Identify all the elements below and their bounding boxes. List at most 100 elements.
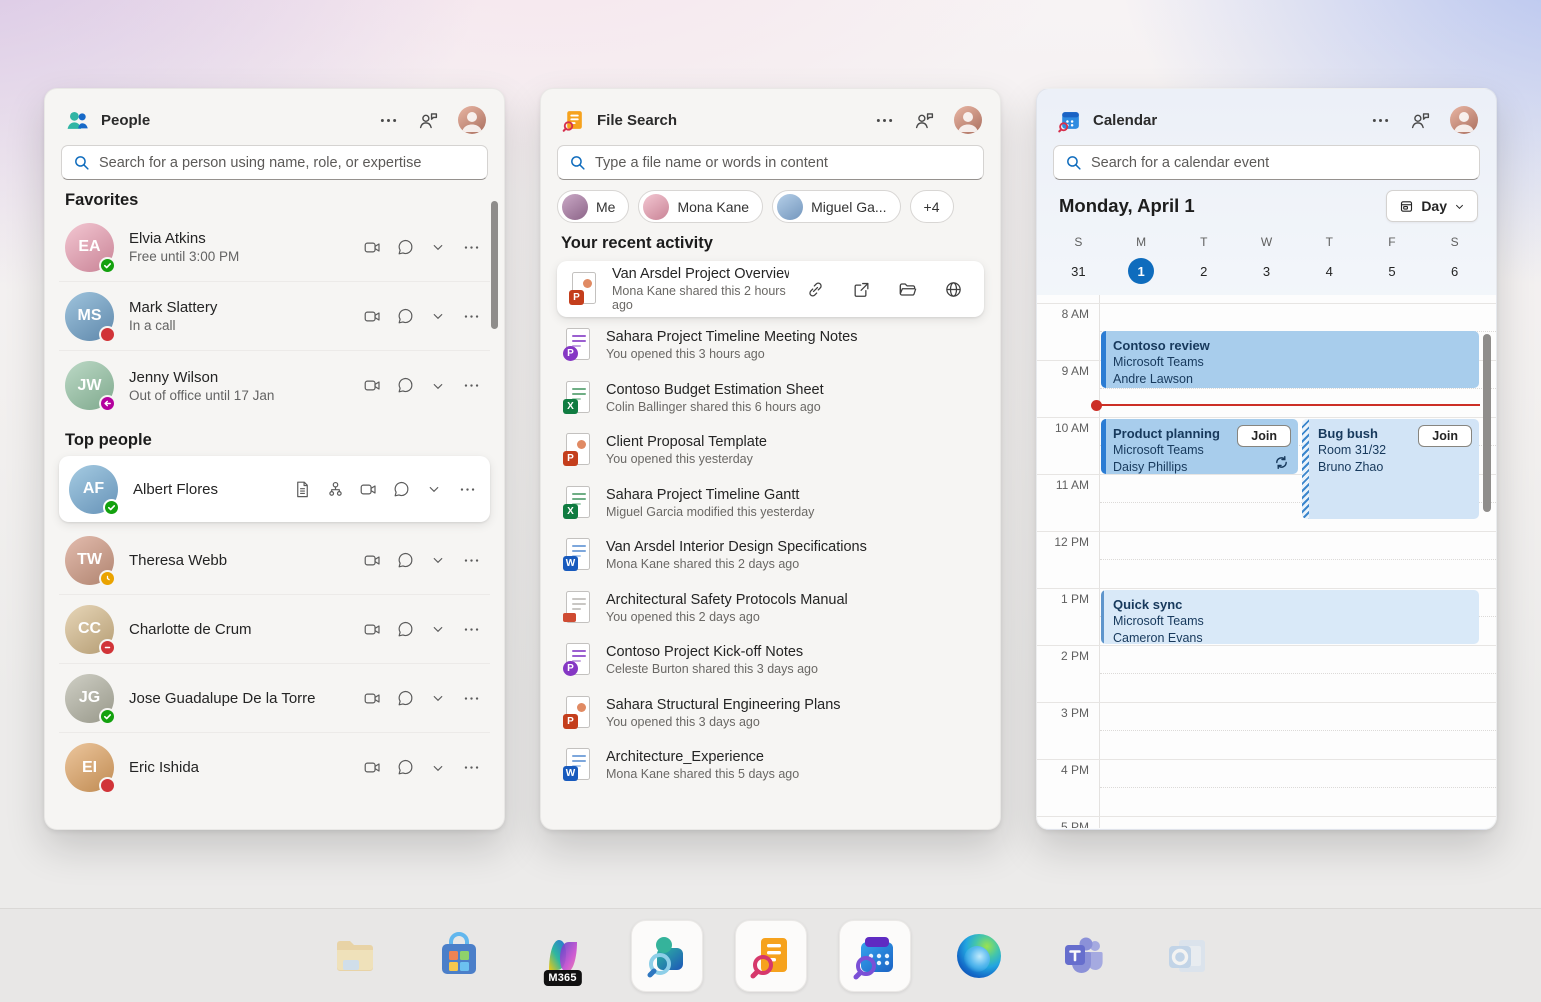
day-grid[interactable]: 8 AM 9 AM 10 AM 11 AM 12 PM 1 PM 2 PM 3 … (1037, 295, 1496, 828)
file-row[interactable]: W Van Arsdel Interior Design Specificati… (557, 529, 984, 582)
person-row[interactable]: TW Theresa Webb (59, 526, 490, 595)
taskbar-file-search-active[interactable] (735, 920, 807, 992)
date-cell[interactable]: 31 (1047, 258, 1110, 284)
file-row-selected[interactable]: P Van Arsdel Project Overview... Mona Ka… (557, 261, 984, 317)
date-cell[interactable]: 4 (1298, 258, 1361, 284)
person-row[interactable]: JW Jenny Wilson Out of office until 17 J… (59, 351, 490, 420)
more-options-icon[interactable] (458, 374, 484, 398)
more-options-icon[interactable] (458, 235, 484, 259)
chat-icon[interactable] (392, 756, 418, 780)
open-folder-icon[interactable] (894, 277, 920, 301)
more-options-icon[interactable] (458, 686, 484, 710)
people-search-box[interactable] (61, 145, 488, 180)
video-call-icon[interactable] (359, 617, 385, 641)
filter-chip-more[interactable]: +4 (910, 190, 954, 223)
more-options-icon[interactable] (1370, 110, 1391, 131)
chevron-down-icon[interactable] (425, 686, 451, 710)
chevron-down-icon[interactable] (421, 477, 447, 501)
open-in-browser-globe-icon[interactable] (940, 277, 966, 301)
document-icon[interactable] (289, 477, 315, 501)
taskbar-m365-copilot[interactable]: M365 (527, 920, 599, 992)
file-row[interactable]: P Sahara Project Timeline Meeting Notes … (557, 319, 984, 372)
copy-link-icon[interactable] (802, 277, 828, 301)
more-options-icon[interactable] (458, 617, 484, 641)
event-product-planning[interactable]: Product planning Microsoft Teams Daisy P… (1101, 419, 1298, 474)
file-row[interactable]: P Sahara Structural Engineering Plans Yo… (557, 687, 984, 740)
more-options-icon[interactable] (378, 110, 399, 131)
person-row[interactable]: EA Elvia Atkins Free until 3:00 PM (59, 213, 490, 282)
video-call-icon[interactable] (359, 756, 385, 780)
chevron-down-icon[interactable] (425, 304, 451, 328)
view-selector-button[interactable]: Day (1386, 190, 1478, 222)
event-quick-sync[interactable]: Quick sync Microsoft Teams Cameron Evans (1101, 590, 1479, 644)
date-cell-selected[interactable]: 1 (1110, 258, 1173, 284)
video-call-icon[interactable] (359, 548, 385, 572)
calendar-search-box[interactable] (1053, 145, 1480, 180)
file-search-box[interactable] (557, 145, 984, 180)
chat-icon[interactable] (392, 374, 418, 398)
feedback-icon[interactable] (914, 110, 935, 131)
feedback-icon[interactable] (418, 110, 439, 131)
file-row[interactable]: P Client Proposal Template You opened th… (557, 424, 984, 477)
file-row[interactable]: P Contoso Project Kick-off Notes Celeste… (557, 634, 984, 687)
date-cell[interactable]: 2 (1172, 258, 1235, 284)
file-row[interactable]: Architectural Safety Protocols Manual Yo… (557, 582, 984, 635)
chevron-down-icon[interactable] (425, 374, 451, 398)
chat-icon[interactable] (392, 235, 418, 259)
people-search-input[interactable] (99, 155, 476, 171)
person-row[interactable]: EI Eric Ishida (59, 733, 490, 802)
more-options-icon[interactable] (458, 548, 484, 572)
file-search-input[interactable] (595, 155, 972, 171)
user-avatar[interactable] (954, 106, 982, 134)
file-row[interactable]: X Sahara Project Timeline Gantt Miguel G… (557, 477, 984, 530)
file-row[interactable]: W Architecture_Experience Mona Kane shar… (557, 739, 984, 792)
date-cell[interactable]: 3 (1235, 258, 1298, 284)
taskbar-microsoft-store[interactable] (423, 920, 495, 992)
date-cell[interactable]: 6 (1423, 258, 1486, 284)
person-row-selected[interactable]: AF Albert Flores (59, 456, 490, 522)
user-avatar[interactable] (1450, 106, 1478, 134)
join-button[interactable]: Join (1237, 425, 1291, 447)
video-call-icon[interactable] (359, 304, 385, 328)
chat-icon[interactable] (388, 477, 414, 501)
event-bug-bush[interactable]: Bug bush Room 31/32 Bruno Zhao Join (1302, 419, 1479, 519)
taskbar-calendar-search-active[interactable] (839, 920, 911, 992)
more-options-icon[interactable] (874, 110, 895, 131)
person-row[interactable]: MS Mark Slattery In a call (59, 282, 490, 351)
chat-icon[interactable] (392, 548, 418, 572)
user-avatar[interactable] (458, 106, 486, 134)
person-row[interactable]: JG Jose Guadalupe De la Torre (59, 664, 490, 733)
taskbar-teams[interactable] (1047, 920, 1119, 992)
taskbar-file-explorer[interactable] (319, 920, 391, 992)
video-call-icon[interactable] (359, 686, 385, 710)
feedback-icon[interactable] (1410, 110, 1431, 131)
more-options-icon[interactable] (458, 756, 484, 780)
file-row[interactable]: X Contoso Budget Estimation Sheet Colin … (557, 372, 984, 425)
join-button[interactable]: Join (1418, 425, 1472, 447)
filter-chip-miguel[interactable]: Miguel Ga... (772, 190, 900, 223)
taskbar-people-search-active[interactable] (631, 920, 703, 992)
scrollbar[interactable] (1483, 334, 1491, 512)
video-call-icon[interactable] (359, 374, 385, 398)
chat-icon[interactable] (392, 686, 418, 710)
scrollbar[interactable] (491, 201, 498, 329)
org-chart-icon[interactable] (322, 477, 348, 501)
more-options-icon[interactable] (454, 477, 480, 501)
more-options-icon[interactable] (458, 304, 484, 328)
share-icon[interactable] (848, 277, 874, 301)
chevron-down-icon[interactable] (425, 548, 451, 572)
taskbar-outlook[interactable] (1151, 920, 1223, 992)
person-row[interactable]: CC Charlotte de Crum (59, 595, 490, 664)
chevron-down-icon[interactable] (425, 235, 451, 259)
date-cell[interactable]: 5 (1361, 258, 1424, 284)
taskbar-edge[interactable] (943, 920, 1015, 992)
filter-chip-mona-kane[interactable]: Mona Kane (638, 190, 763, 223)
chevron-down-icon[interactable] (425, 617, 451, 641)
chat-icon[interactable] (392, 304, 418, 328)
chevron-down-icon[interactable] (425, 756, 451, 780)
calendar-search-input[interactable] (1091, 155, 1468, 171)
filter-chip-me[interactable]: Me (557, 190, 629, 223)
video-call-icon[interactable] (355, 477, 381, 501)
chat-icon[interactable] (392, 617, 418, 641)
event-contoso-review[interactable]: Contoso review Microsoft Teams Andre Law… (1101, 331, 1479, 388)
